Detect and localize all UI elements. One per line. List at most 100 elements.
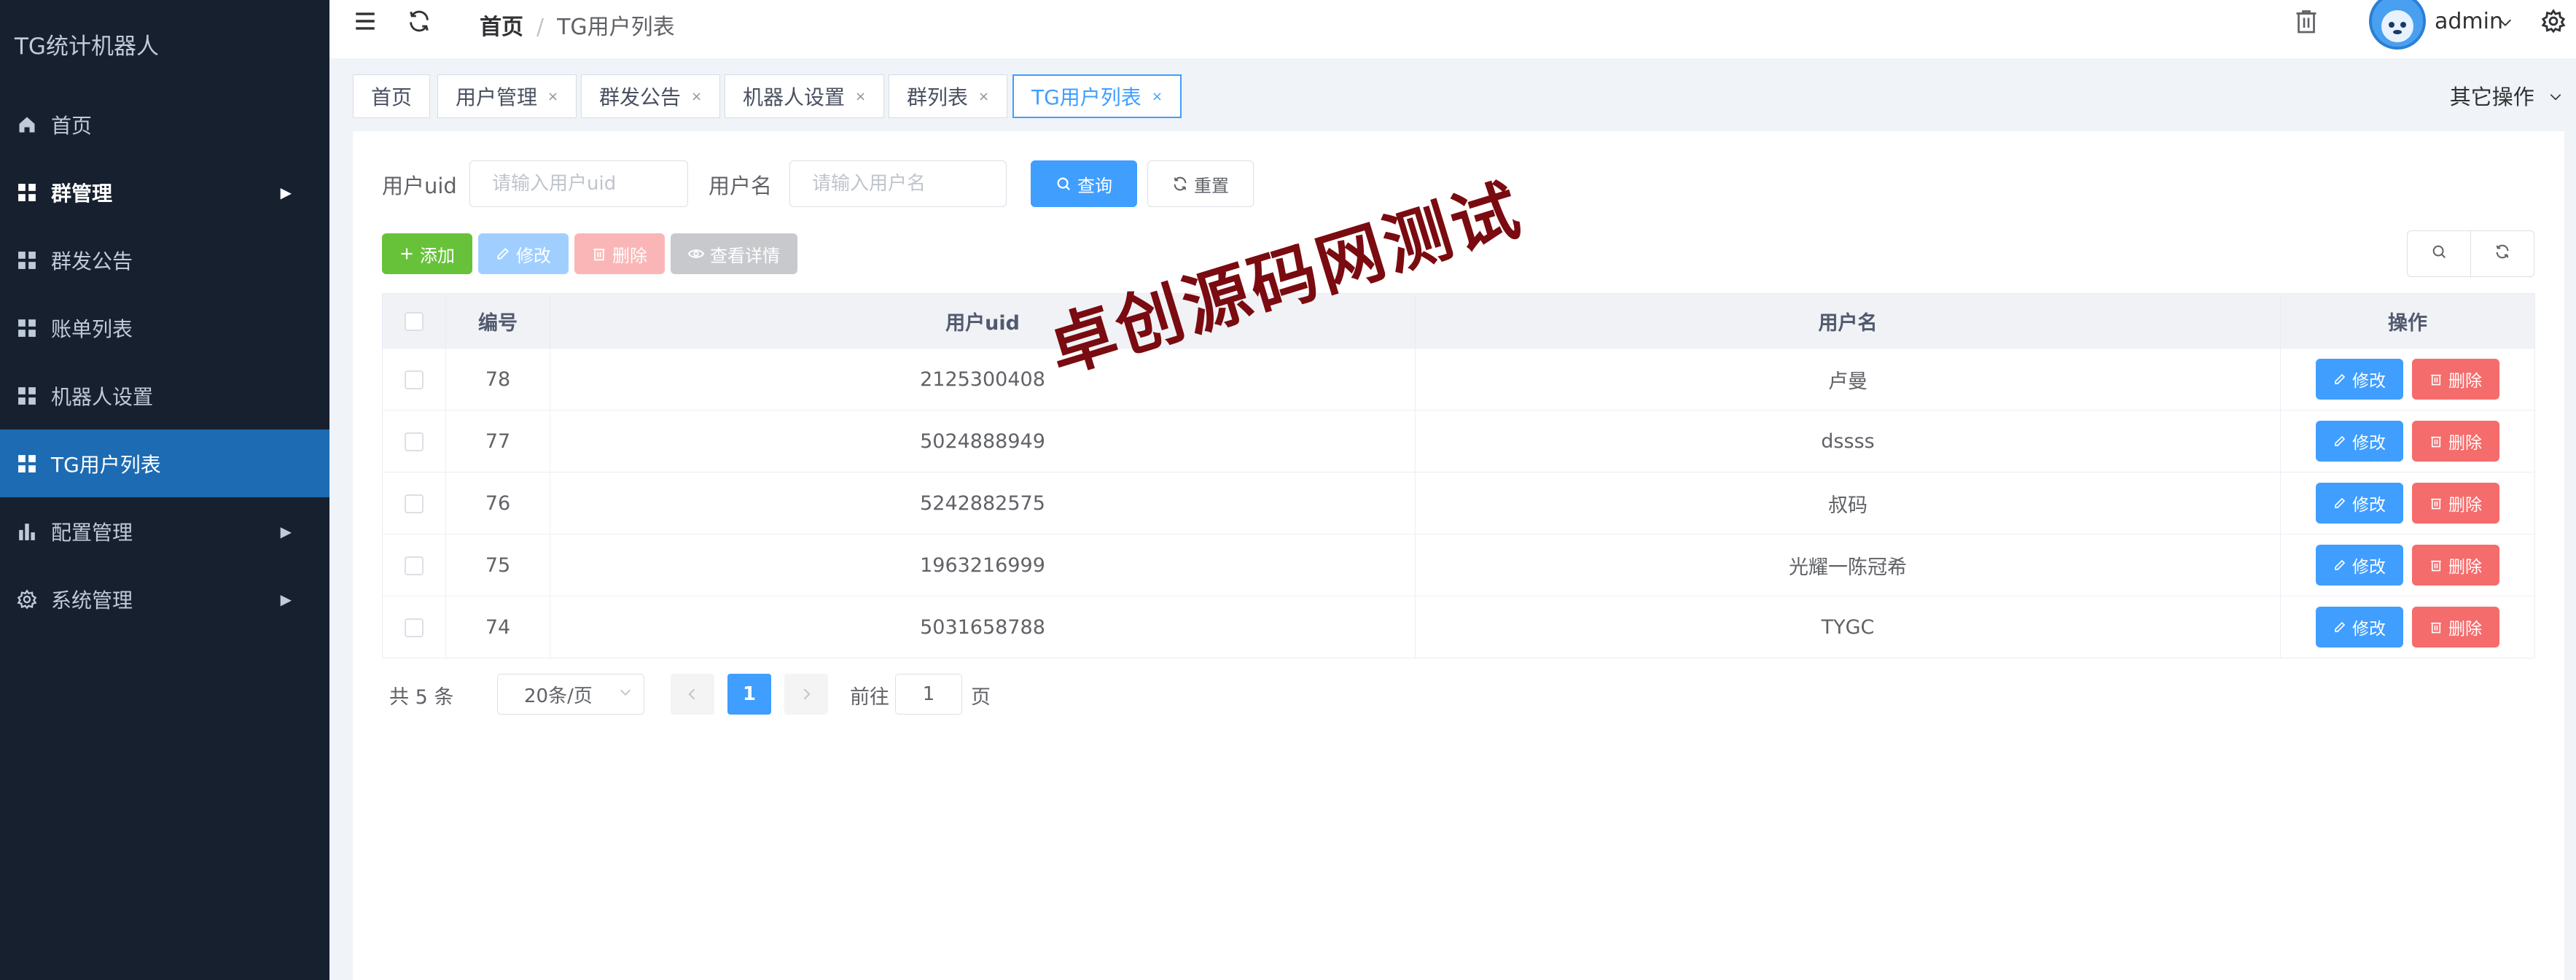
row-delete-label: 删除 bbox=[2448, 496, 2482, 515]
sidebar-item-home[interactable]: 首页 bbox=[0, 90, 329, 158]
uid-input[interactable] bbox=[469, 160, 688, 207]
table-row[interactable]: 74 5031658788 TYGC 修改 删除 bbox=[382, 596, 2535, 658]
cell-actions: 修改 删除 bbox=[2280, 410, 2535, 472]
refresh-icon[interactable] bbox=[407, 9, 432, 36]
row-delete-button[interactable]: 删除 bbox=[2412, 607, 2499, 648]
close-icon[interactable]: × bbox=[1152, 89, 1163, 104]
tag-label: 群发公告 bbox=[599, 85, 682, 109]
row-delete-label: 删除 bbox=[2448, 434, 2482, 453]
select-all-checkbox[interactable] bbox=[405, 312, 424, 331]
other-operations-dropdown[interactable]: 其它操作 bbox=[2450, 80, 2563, 111]
sidebar-item-broadcast[interactable]: 群发公告 bbox=[0, 226, 329, 294]
goto-page-input[interactable] bbox=[895, 674, 962, 715]
settings-gear-icon[interactable] bbox=[2541, 9, 2566, 36]
tags-view: 首页 用户管理 × 群发公告 × 机器人设置 × 群列表 × TG用户列表 × 其它操作 bbox=[329, 58, 2576, 131]
tag-user-management[interactable]: 用户管理 × bbox=[437, 74, 577, 118]
column-header-id[interactable]: 编号 bbox=[445, 293, 550, 349]
row-checkbox[interactable] bbox=[405, 494, 424, 513]
tag-group-list[interactable]: 群列表 × bbox=[889, 74, 1008, 118]
row-checkbox[interactable] bbox=[405, 432, 424, 451]
username-label: 用户名 bbox=[709, 174, 773, 198]
cell-actions: 修改 删除 bbox=[2280, 534, 2535, 596]
sidebar-item-label: 机器人设置 bbox=[51, 384, 154, 409]
row-edit-label: 修改 bbox=[2352, 434, 2386, 453]
cell-actions: 修改 删除 bbox=[2280, 596, 2535, 658]
tag-bot-settings[interactable]: 机器人设置 × bbox=[725, 74, 885, 118]
grid-icon bbox=[16, 317, 38, 339]
sidebar-item-bot-settings[interactable]: 机器人设置 bbox=[0, 362, 329, 429]
caret-right-icon: ▶ bbox=[280, 183, 292, 201]
table-row[interactable]: 75 1963216999 光耀一陈冠希 修改 删除 bbox=[382, 534, 2535, 596]
refresh-table-button[interactable] bbox=[2470, 230, 2534, 277]
cell-username: 叔码 bbox=[1415, 472, 2281, 534]
close-icon[interactable]: × bbox=[691, 89, 702, 104]
sidebar-item-label: 群管理 bbox=[51, 181, 113, 206]
row-edit-button[interactable]: 修改 bbox=[2316, 359, 2403, 400]
username-input[interactable] bbox=[789, 160, 1007, 207]
sidebar-item-tg-users[interactable]: TG用户列表 bbox=[0, 429, 329, 497]
cell-id: 74 bbox=[445, 596, 550, 658]
breadcrumb-separator: / bbox=[536, 15, 545, 40]
tag-home[interactable]: 首页 bbox=[353, 74, 431, 118]
row-delete-button[interactable]: 删除 bbox=[2412, 545, 2499, 586]
sidebar-item-label: TG用户列表 bbox=[51, 452, 161, 477]
breadcrumb-home[interactable]: 首页 bbox=[480, 15, 523, 40]
edit-icon bbox=[2335, 559, 2346, 570]
hamburger-icon[interactable] bbox=[353, 9, 378, 36]
row-delete-button[interactable]: 删除 bbox=[2412, 483, 2499, 524]
reset-label: 重置 bbox=[1194, 175, 1229, 196]
row-edit-button[interactable]: 修改 bbox=[2316, 607, 2403, 648]
row-checkbox[interactable] bbox=[405, 556, 424, 575]
view-details-button[interactable]: 查看详情 bbox=[671, 233, 797, 274]
add-button[interactable]: 添加 bbox=[382, 233, 472, 274]
row-delete-label: 删除 bbox=[2448, 558, 2482, 577]
gear-icon bbox=[16, 588, 38, 610]
row-checkbox[interactable] bbox=[405, 618, 424, 637]
user-name[interactable]: admin bbox=[2435, 9, 2503, 34]
toggle-search-button[interactable] bbox=[2407, 230, 2471, 277]
row-edit-button[interactable]: 修改 bbox=[2316, 421, 2403, 462]
sidebar-item-bills[interactable]: 账单列表 bbox=[0, 294, 329, 362]
table-row[interactable]: 78 2125300408 卢曼 修改 删除 bbox=[382, 348, 2535, 411]
goto-prefix: 前往 bbox=[850, 686, 889, 709]
row-checkbox[interactable] bbox=[405, 370, 424, 389]
next-page-button[interactable] bbox=[784, 674, 828, 715]
cell-uid: 1963216999 bbox=[550, 534, 1416, 596]
row-checkbox-cell bbox=[382, 596, 446, 658]
plus-icon bbox=[399, 246, 414, 261]
edit-icon bbox=[2335, 497, 2346, 508]
close-icon[interactable]: × bbox=[855, 89, 866, 104]
page-size-select[interactable]: 20条/页 bbox=[497, 674, 644, 715]
edit-icon bbox=[2335, 435, 2346, 446]
sidebar-item-group-management[interactable]: 群管理 ▶ bbox=[0, 158, 329, 226]
table-row[interactable]: 76 5242882575 叔码 修改 删除 bbox=[382, 472, 2535, 534]
chevron-down-icon[interactable] bbox=[2497, 15, 2513, 34]
users-table: 编号 用户uid 用户名 操作 78 2125300408 卢曼 修改 删除 7… bbox=[382, 293, 2535, 658]
prev-page-button[interactable] bbox=[671, 674, 714, 715]
edit-button[interactable]: 修改 bbox=[478, 233, 569, 274]
row-edit-button[interactable]: 修改 bbox=[2316, 545, 2403, 586]
trash-icon bbox=[2431, 560, 2441, 572]
row-delete-button[interactable]: 删除 bbox=[2412, 421, 2499, 462]
tag-broadcast[interactable]: 群发公告 × bbox=[581, 74, 721, 118]
tag-tg-users[interactable]: TG用户列表 × bbox=[1012, 74, 1182, 118]
reset-button[interactable]: 重置 bbox=[1147, 160, 1254, 207]
query-label: 查询 bbox=[1077, 175, 1112, 196]
sidebar-item-system[interactable]: 系统管理 ▶ bbox=[0, 565, 329, 633]
sidebar-item-config[interactable]: 配置管理 ▶ bbox=[0, 497, 329, 565]
table-row[interactable]: 77 5024888949 dssss 修改 删除 bbox=[382, 410, 2535, 472]
trash-icon bbox=[2431, 622, 2441, 634]
query-button[interactable]: 查询 bbox=[1031, 160, 1137, 207]
delete-button[interactable]: 删除 bbox=[574, 233, 665, 274]
edit-icon bbox=[2335, 373, 2346, 384]
cell-actions: 修改 删除 bbox=[2280, 348, 2535, 411]
close-icon[interactable]: × bbox=[978, 89, 989, 104]
close-icon[interactable]: × bbox=[547, 89, 558, 104]
row-delete-button[interactable]: 删除 bbox=[2412, 359, 2499, 400]
page-number-button[interactable]: 1 bbox=[727, 674, 771, 715]
avatar[interactable] bbox=[2369, 0, 2426, 50]
trash-icon[interactable] bbox=[2293, 7, 2319, 38]
trash-icon bbox=[2431, 374, 2441, 386]
column-header-username[interactable]: 用户名 bbox=[1415, 293, 2281, 349]
row-edit-button[interactable]: 修改 bbox=[2316, 483, 2403, 524]
